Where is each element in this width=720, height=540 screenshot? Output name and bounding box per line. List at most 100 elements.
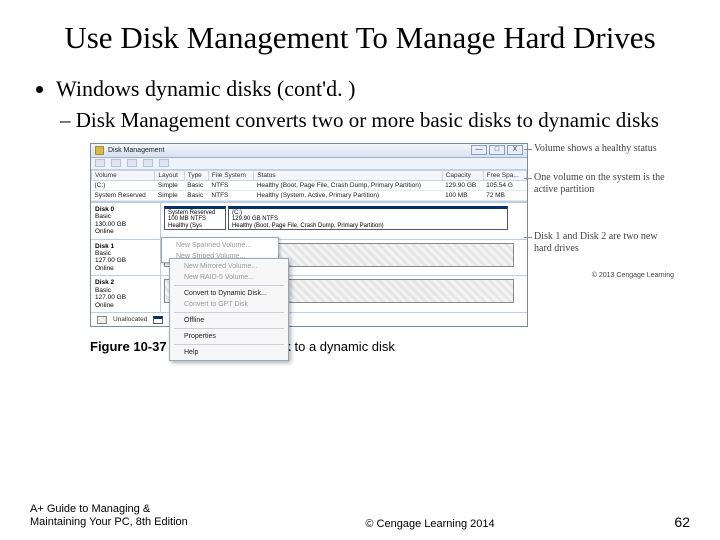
minimize-button[interactable]: — <box>471 145 487 155</box>
footer-left: A+ Guide to Managing & Maintaining Your … <box>30 503 230 531</box>
sub-bullet-list: Disk Management converts two or more bas… <box>60 108 690 133</box>
table-header-row: Volume Layout Type File System Status Ca… <box>92 170 527 180</box>
menu-item[interactable]: New Spanned Volume... <box>162 240 278 251</box>
disk-body: System Reserved 100 MB NTFS Healthy (Sys… <box>161 203 527 239</box>
menu-item-properties[interactable]: Properties <box>170 331 288 342</box>
footer-copyright: © Cengage Learning 2014 <box>230 518 630 530</box>
disk-type: Basic <box>95 250 156 257</box>
window-titlebar: Disk Management — □ X <box>91 144 527 158</box>
disk-header[interactable]: Disk 1 Basic 127.00 GB Online <box>91 240 161 276</box>
partition[interactable]: (C:) 129.90 GB NTFS Healthy (Boot, Page … <box>228 206 508 230</box>
disk-name: Disk 2 <box>95 279 156 286</box>
figure-copyright: © 2013 Cengage Learning <box>534 272 674 279</box>
menu-separator <box>174 344 284 345</box>
part-title: (C:) <box>232 210 504 217</box>
close-button[interactable]: X <box>507 145 523 155</box>
toolbar-button[interactable] <box>127 159 137 167</box>
partition[interactable]: System Reserved 100 MB NTFS Healthy (Sys <box>164 206 226 230</box>
context-menu: New Mirrored Volume... New RAID-5 Volume… <box>169 258 289 361</box>
menu-separator <box>174 312 284 313</box>
callout-text: Disk 1 and Disk 2 are two new hard drive… <box>534 231 658 254</box>
table-row[interactable]: System Reserved Simple Basic NTFS Health… <box>92 190 527 200</box>
volumes-table: Volume Layout Type File System Status Ca… <box>91 170 527 201</box>
callout-text: Volume shows a healthy status <box>534 143 657 154</box>
maximize-button[interactable]: □ <box>489 145 505 155</box>
bullet-1: Windows dynamic disks (cont'd. ) <box>56 76 690 102</box>
menu-item-help[interactable]: Help <box>170 347 288 358</box>
cell: (C:) <box>92 180 155 190</box>
toolbar-button[interactable] <box>111 159 121 167</box>
disk-state: Online <box>95 265 156 272</box>
disk-row: Disk 1 Basic 127.00 GB Online New Spanne… <box>91 239 527 276</box>
cell: NTFS <box>208 180 253 190</box>
figure-number: Figure 10-37 <box>90 339 167 354</box>
cell: Simple <box>155 180 184 190</box>
disk-state: Online <box>95 228 156 235</box>
cell: Basic <box>184 180 208 190</box>
menu-item-new-mirrored[interactable]: New Mirrored Volume... <box>170 261 288 272</box>
disk-size: 127.00 GB <box>95 294 156 301</box>
footer-book-line2: Maintaining Your PC, 8th Edition <box>30 516 188 528</box>
col-layout[interactable]: Layout <box>155 170 184 180</box>
cell: 105.54 G <box>483 180 526 190</box>
cell: System Reserved <box>92 190 155 200</box>
disk-state: Online <box>95 302 156 309</box>
part-status: Healthy (Boot, Page File, Crash Dump, Pr… <box>232 223 504 230</box>
disk-header[interactable]: Disk 2 Basic 127.00 GB Online <box>91 276 161 312</box>
cell: Healthy (Boot, Page File, Crash Dump, Pr… <box>254 180 442 190</box>
bullet-1a: Disk Management converts two or more bas… <box>60 108 690 133</box>
callout: Volume shows a healthy status <box>534 143 674 155</box>
slide-title: Use Disk Management To Manage Hard Drive… <box>30 20 690 56</box>
col-filesystem[interactable]: File System <box>208 170 253 180</box>
part-size: 129.90 GB NTFS <box>232 216 504 223</box>
disk-type: Basic <box>95 287 156 294</box>
window-title: Disk Management <box>108 147 471 154</box>
disk-name: Disk 1 <box>95 243 156 250</box>
disk-size: 127.00 GB <box>95 257 156 264</box>
cell: Simple <box>155 190 184 200</box>
disk-size: 130.00 GB <box>95 221 156 228</box>
cell: NTFS <box>208 190 253 200</box>
legend-unallocated: Unallocated <box>113 316 147 323</box>
footer-book-line1: A+ Guide to Managing & <box>30 503 150 515</box>
menu-item-new-raid5[interactable]: New RAID-5 Volume... <box>170 272 288 283</box>
swatch-primary-icon <box>153 316 163 324</box>
disk-management-screenshot: Disk Management — □ X <box>90 143 528 328</box>
cell: 100 MB <box>442 190 483 200</box>
part-size: 100 MB NTFS <box>168 216 222 223</box>
toolbar-button[interactable] <box>143 159 153 167</box>
cell: Basic <box>184 190 208 200</box>
menu-item-offline[interactable]: Offline <box>170 315 288 326</box>
part-title: System Reserved <box>168 210 222 217</box>
callout-text: One volume on the system is the active p… <box>534 172 665 195</box>
menu-item-convert-gpt[interactable]: Convert to GPT Disk <box>170 299 288 310</box>
toolbar <box>91 158 527 170</box>
col-status[interactable]: Status <box>254 170 442 180</box>
col-free[interactable]: Free Spa... <box>483 170 526 180</box>
cell: 72 MB <box>483 190 526 200</box>
bullet-list: Windows dynamic disks (cont'd. ) <box>56 76 690 102</box>
part-status: Healthy (Sys <box>168 223 222 230</box>
disk-name: Disk 0 <box>95 206 156 213</box>
swatch-unallocated-icon <box>97 316 107 324</box>
callout: One volume on the system is the active p… <box>534 172 674 195</box>
disk-row: Disk 0 Basic 130.00 GB Online System Res… <box>91 202 527 239</box>
callout: Disk 1 and Disk 2 are two new hard drive… <box>534 231 674 254</box>
disk-row: Disk 2 Basic 127.00 GB Online <box>91 275 527 312</box>
menu-separator <box>174 328 284 329</box>
col-capacity[interactable]: Capacity <box>442 170 483 180</box>
toolbar-button[interactable] <box>95 159 105 167</box>
toolbar-button[interactable] <box>159 159 169 167</box>
cell: Healthy (System, Active, Primary Partiti… <box>254 190 442 200</box>
menu-separator <box>174 285 284 286</box>
page-number: 62 <box>630 514 690 530</box>
cell: 129.90 GB <box>442 180 483 190</box>
col-type[interactable]: Type <box>184 170 208 180</box>
col-volume[interactable]: Volume <box>92 170 155 180</box>
menu-item-convert-dynamic[interactable]: Convert to Dynamic Disk... <box>170 288 288 299</box>
table-row[interactable]: (C:) Simple Basic NTFS Healthy (Boot, Pa… <box>92 180 527 190</box>
disk-type: Basic <box>95 213 156 220</box>
disk-header[interactable]: Disk 0 Basic 130.00 GB Online <box>91 203 161 239</box>
callouts: Volume shows a healthy status One volume… <box>534 143 674 280</box>
app-icon <box>95 146 104 155</box>
